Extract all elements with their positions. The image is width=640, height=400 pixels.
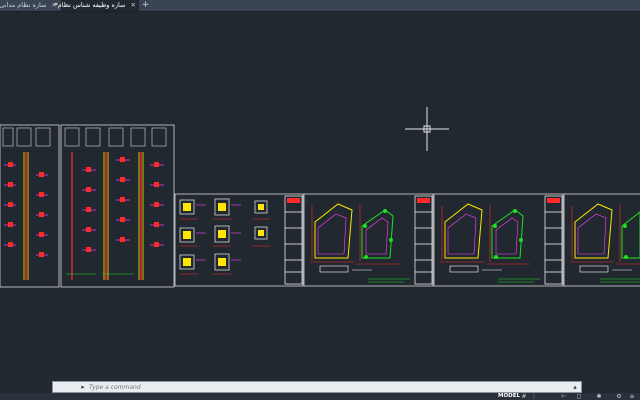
model-space-button[interactable]: MODEL (498, 393, 520, 400)
command-input[interactable] (89, 382, 569, 392)
drawing-canvas[interactable] (0, 12, 640, 400)
plan-sheet-3 (544, 193, 640, 287)
column-schedule-panel-1 (0, 124, 175, 288)
annotation-scale-icon[interactable]: ✱ (595, 393, 603, 400)
command-icon[interactable]: ▸ (79, 383, 87, 391)
column-section-details (174, 193, 304, 287)
tab-label: سازه وظیفه شناس نظام* (54, 1, 126, 9)
ortho-icon[interactable]: ⊢ (560, 393, 568, 400)
command-line: ▸ ▴ (52, 381, 582, 393)
tab-drawing-2[interactable]: ✕ سازه وظیفه شناس نظام* (55, 0, 139, 11)
tab-drawing-1[interactable]: ✕ سازه نظام مدانی* (0, 0, 60, 11)
plan-sheet-2 (414, 193, 564, 287)
tab-label: سازه نظام مدانی* (0, 1, 47, 9)
chevron-up-icon[interactable]: ▴ (571, 383, 579, 391)
document-tab-bar: ✕ سازه نظام مدانی* ✕ سازه وظیفه شناس نظا… (0, 0, 640, 12)
status-bar: MODEL # ⋮ ⊢ ◻ ✱ ⚙ ≡ (0, 393, 640, 400)
new-tab-button[interactable]: + (141, 0, 150, 11)
close-icon[interactable]: ✕ (131, 0, 136, 11)
crosshair-icon (405, 107, 449, 151)
snap-icon[interactable]: ⋮ (530, 393, 538, 400)
grid-icon[interactable]: # (520, 393, 528, 400)
menu-icon[interactable]: ≡ (628, 393, 636, 400)
plan-sheet-1 (284, 193, 434, 287)
settings-icon[interactable]: ⚙ (615, 393, 623, 400)
osnap-icon[interactable]: ◻ (575, 393, 583, 400)
